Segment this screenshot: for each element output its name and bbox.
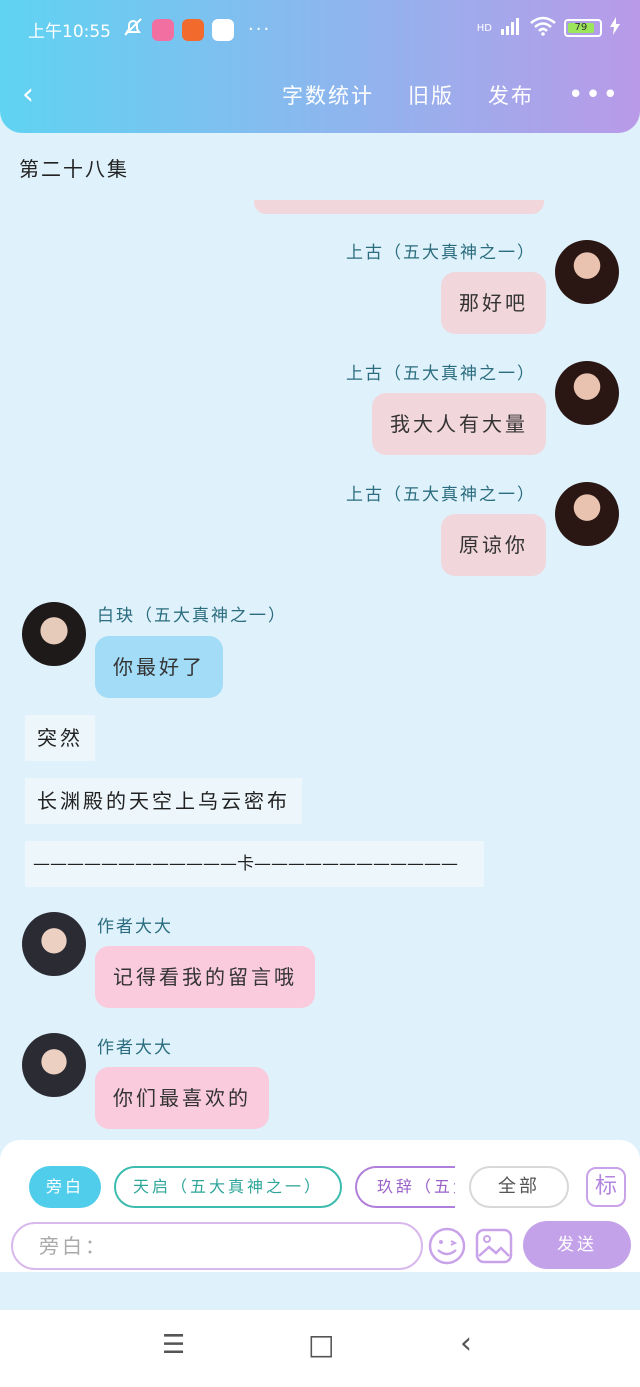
word-count-button[interactable]: 字数统计 — [282, 80, 374, 110]
network-label: HD — [476, 22, 492, 34]
partial-bubble — [254, 200, 544, 214]
speaker-name: 上古（五大真神之一） — [346, 485, 536, 505]
narration-text[interactable]: 长渊殿的天空上乌云密布 — [25, 778, 302, 824]
speaker-name: 上古（五大真神之一） — [346, 364, 536, 384]
role-chip-tianqi[interactable]: 天启（五大真神之一） — [114, 1166, 342, 1208]
message-bubble[interactable]: 记得看我的留言哦 — [95, 946, 315, 1008]
charging-icon — [610, 17, 620, 39]
message-bubble[interactable]: 你最好了 — [95, 636, 223, 698]
speaker-name: 白玦（五大真神之一） — [97, 606, 287, 626]
emoji-icon[interactable] — [427, 1226, 467, 1266]
avatar-shanggu[interactable] — [555, 361, 619, 425]
avatar-shanggu[interactable] — [555, 240, 619, 304]
mute-bell-icon — [122, 16, 144, 43]
message-input[interactable]: 旁白： — [11, 1222, 423, 1270]
more-notifications-icon: ··· — [248, 19, 272, 40]
role-chip-narrator[interactable]: 旁白 — [29, 1166, 101, 1208]
tag-button[interactable]: 标 — [586, 1167, 626, 1207]
menu-icon[interactable]: ☰ — [162, 1330, 185, 1360]
role-chip-jiuci[interactable]: 玖辞（五大真神之一） — [355, 1166, 455, 1208]
speaker-name: 作者大大 — [97, 917, 173, 937]
message-bubble[interactable]: 原谅你 — [441, 514, 546, 576]
status-bar: 上午10:55 ··· HD 79 — [28, 14, 620, 44]
header-nav: ‹ 字数统计 旧版 发布 ••• — [0, 78, 640, 114]
status-right-icons: HD 79 — [477, 16, 620, 40]
narration-divider[interactable]: ————————————卡———————————— — [25, 841, 484, 887]
top-bar: 上午10:55 ··· HD 79 ‹ 字数统计 旧版 发布 ••• — [0, 0, 640, 133]
message-bubble[interactable]: 我大人有大量 — [372, 393, 546, 455]
avatar-author[interactable] — [22, 1033, 86, 1097]
speaker-name: 作者大大 — [97, 1038, 173, 1058]
message-bubble[interactable]: 那好吧 — [441, 272, 546, 334]
chapter-title: 第二十八集 — [19, 157, 129, 181]
system-nav-bar: ☰ □ ‹ — [0, 1310, 640, 1387]
panel-spacer — [0, 1272, 640, 1310]
game-app-icon — [152, 18, 174, 41]
speaker-name: 上古（五大真神之一） — [346, 243, 536, 263]
wifi-icon — [530, 16, 556, 40]
signal-icon — [500, 17, 522, 39]
publish-button[interactable]: 发布 — [488, 80, 534, 110]
more-menu-button[interactable]: ••• — [568, 80, 620, 110]
old-version-button[interactable]: 旧版 — [408, 80, 454, 110]
battery-icon: 79 — [564, 19, 602, 37]
avatar-author[interactable] — [22, 912, 86, 976]
back-button[interactable]: ‹ — [22, 78, 34, 112]
home-icon[interactable]: □ — [308, 1328, 334, 1361]
avatar-baijue[interactable] — [22, 602, 86, 666]
kuaishou-app-icon — [182, 18, 204, 41]
map-app-icon — [212, 18, 234, 41]
narration-text[interactable]: 突然 — [25, 715, 95, 761]
system-back-icon[interactable]: ‹ — [460, 1326, 472, 1361]
send-button[interactable]: 发送 — [523, 1221, 631, 1269]
image-icon[interactable] — [474, 1226, 514, 1266]
header-actions: 字数统计 旧版 发布 ••• — [282, 80, 620, 110]
status-left-icons: ··· — [122, 16, 271, 43]
role-chip-all[interactable]: 全部 — [469, 1166, 569, 1208]
avatar-shanggu[interactable] — [555, 482, 619, 546]
status-time: 上午10:55 — [28, 22, 111, 42]
message-bubble[interactable]: 你们最喜欢的 — [95, 1067, 269, 1129]
